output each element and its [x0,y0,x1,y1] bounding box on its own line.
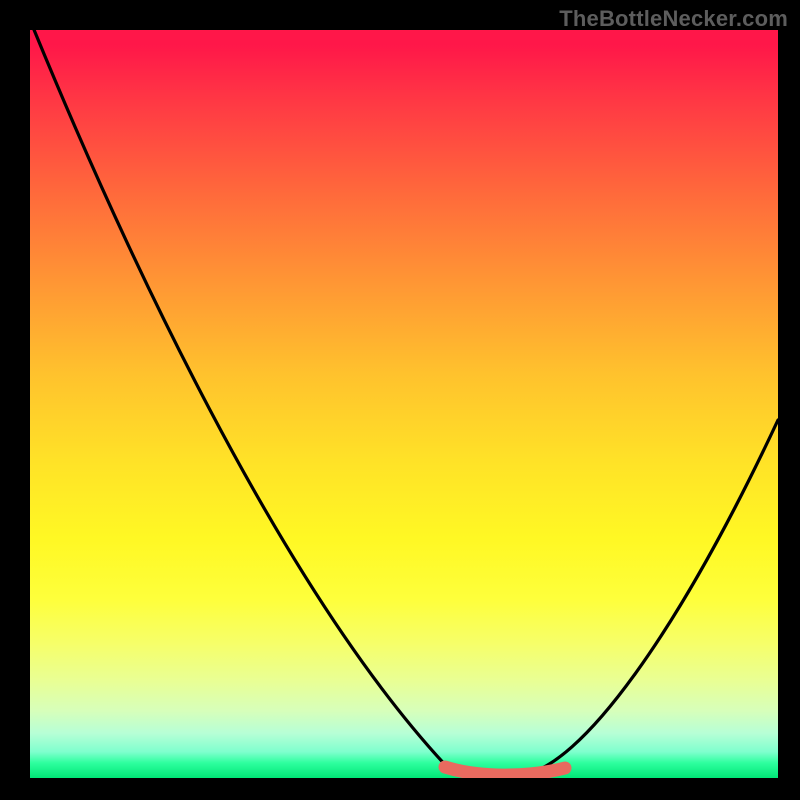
watermark-text: TheBottleNecker.com [559,6,788,32]
chart-container: TheBottleNecker.com [0,0,800,800]
bottleneck-curve [30,30,778,778]
bottom-highlight [445,767,565,775]
plot-area [30,30,778,778]
curve-path [30,30,778,776]
